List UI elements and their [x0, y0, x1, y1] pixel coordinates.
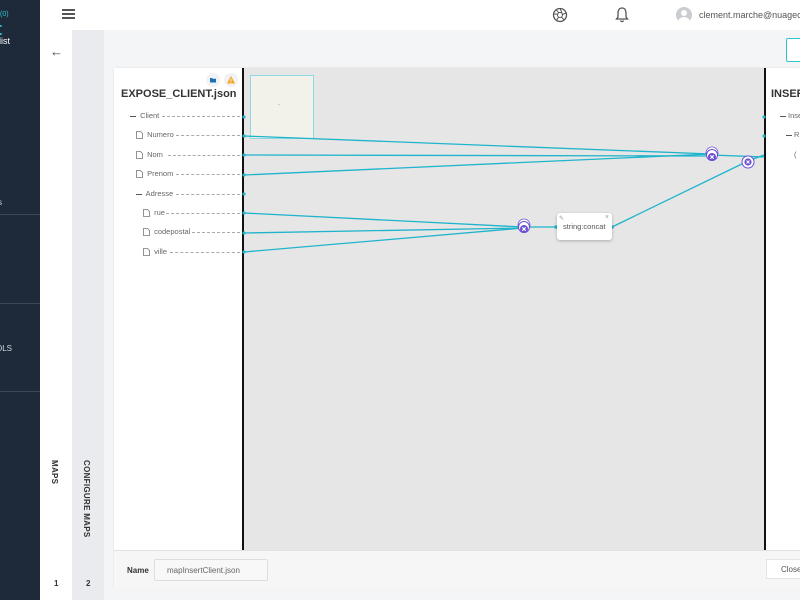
tree-item-codepostal[interactable]: codepostal — [143, 227, 190, 236]
close-icon[interactable]: × — [605, 214, 609, 221]
leader-line — [162, 116, 240, 117]
sidebar-divider — [0, 303, 40, 304]
mapping-panel: EXPOSE_CLIENT.json Client Numero Nom Pre… — [114, 68, 800, 589]
tree-item-prenom[interactable]: Prenom — [136, 169, 173, 178]
tree-item-label: Prenom — [147, 169, 174, 178]
arrow-left-icon[interactable]: ← — [50, 44, 63, 59]
file-icon — [136, 131, 143, 139]
leader-line — [176, 135, 240, 136]
top-bar: clement.marche@nuageo.f — [40, 0, 800, 31]
sidebar-item-tools[interactable]: OLS — [0, 344, 12, 353]
tree-item-nom[interactable]: Nom — [136, 150, 163, 159]
source-file-title: EXPOSE_CLIENT.json — [121, 88, 237, 100]
tree-item-label: R — [794, 130, 800, 139]
toolbar-button[interactable] — [786, 38, 800, 62]
file-icon — [136, 151, 143, 159]
tree-item-rue[interactable]: rue — [143, 208, 165, 217]
app-logo[interactable]: (0) t — [0, 8, 9, 38]
user-role: ialist — [0, 36, 11, 46]
panel-footer: Name Close — [114, 550, 800, 589]
target-schema-panel: INSER Inse R ( — [764, 68, 800, 550]
merge-node-icon[interactable] — [515, 218, 533, 236]
close-button[interactable]: Close — [766, 559, 800, 579]
collapse-icon[interactable] — [130, 115, 136, 117]
target-tree-item-3[interactable]: ( — [794, 150, 797, 159]
tree-item-label: Client — [140, 111, 160, 120]
merge-node-icon[interactable] — [740, 154, 756, 170]
tree-item-label: Numero — [147, 130, 174, 139]
tree-item-adresse[interactable]: Adresse — [136, 189, 173, 198]
file-icon — [143, 228, 150, 236]
tree-item-label: ( — [794, 150, 797, 159]
mapping-canvas[interactable]: - — [244, 68, 764, 550]
leader-line — [192, 232, 240, 233]
collapse-icon[interactable] — [780, 115, 786, 117]
tree-item-label: Nom — [147, 150, 163, 159]
hamburger-icon[interactable] — [62, 9, 75, 20]
map-name-input[interactable] — [154, 559, 268, 581]
leader-line — [168, 155, 240, 156]
step-configure-maps-label[interactable]: CONFIGURE MAPS — [82, 460, 91, 538]
collapse-icon[interactable] — [136, 193, 142, 195]
minimap-label: - — [278, 102, 280, 108]
collapse-icon[interactable] — [786, 134, 792, 136]
merge-node-icon[interactable] — [703, 146, 721, 164]
function-node[interactable]: ✎ × string:concat — [557, 213, 612, 240]
step-maps-label[interactable]: MAPS — [50, 460, 59, 484]
main-content: EXPOSE_CLIENT.json Client Numero Nom Pre… — [104, 30, 800, 600]
target-file-title: INSER — [771, 88, 800, 100]
pencil-icon[interactable]: ✎ — [559, 215, 564, 222]
sidebar-divider — [0, 214, 40, 215]
target-tree-item-2[interactable]: R — [786, 130, 799, 139]
leader-line — [166, 213, 240, 214]
tree-item-client[interactable]: Client — [130, 111, 159, 120]
canvas-minimap[interactable]: - — [250, 75, 314, 139]
app-sidebar: (0) t ialist s OLS — [0, 0, 40, 600]
step-maps-number: 1 — [54, 579, 59, 588]
file-icon — [136, 170, 143, 178]
tree-item-label: Inse — [788, 111, 800, 120]
step-column-configure-maps: CONFIGURE MAPS 2 — [72, 30, 104, 600]
leader-line — [176, 174, 240, 175]
sidebar-item-cropped-1[interactable]: s — [0, 198, 2, 207]
file-icon — [143, 209, 150, 217]
user-email[interactable]: clement.marche@nuageo.f — [699, 10, 800, 20]
tree-item-numero[interactable]: Numero — [136, 130, 174, 139]
tree-item-label: ville — [154, 247, 168, 256]
sidebar-divider — [0, 391, 40, 392]
step-configure-maps-number: 2 — [86, 579, 91, 588]
name-label: Name — [127, 566, 149, 575]
leader-line — [176, 194, 240, 195]
folder-icon[interactable] — [206, 73, 220, 87]
tree-item-label: Adresse — [145, 189, 174, 198]
tree-item-ville[interactable]: ville — [143, 247, 167, 256]
leader-line — [170, 252, 240, 253]
function-label: string:concat — [563, 222, 606, 231]
source-schema-panel: EXPOSE_CLIENT.json Client Numero Nom Pre… — [114, 68, 244, 550]
warning-icon[interactable] — [224, 73, 238, 87]
step-column-maps: ← MAPS 1 — [40, 30, 73, 600]
target-tree-item-1[interactable]: Inse — [780, 111, 800, 120]
aperture-icon[interactable] — [552, 7, 568, 23]
tree-item-label: rue — [154, 208, 165, 217]
avatar[interactable] — [676, 7, 692, 23]
bell-icon[interactable] — [614, 6, 630, 24]
tree-item-label: codepostal — [154, 227, 191, 236]
file-icon — [143, 248, 150, 256]
